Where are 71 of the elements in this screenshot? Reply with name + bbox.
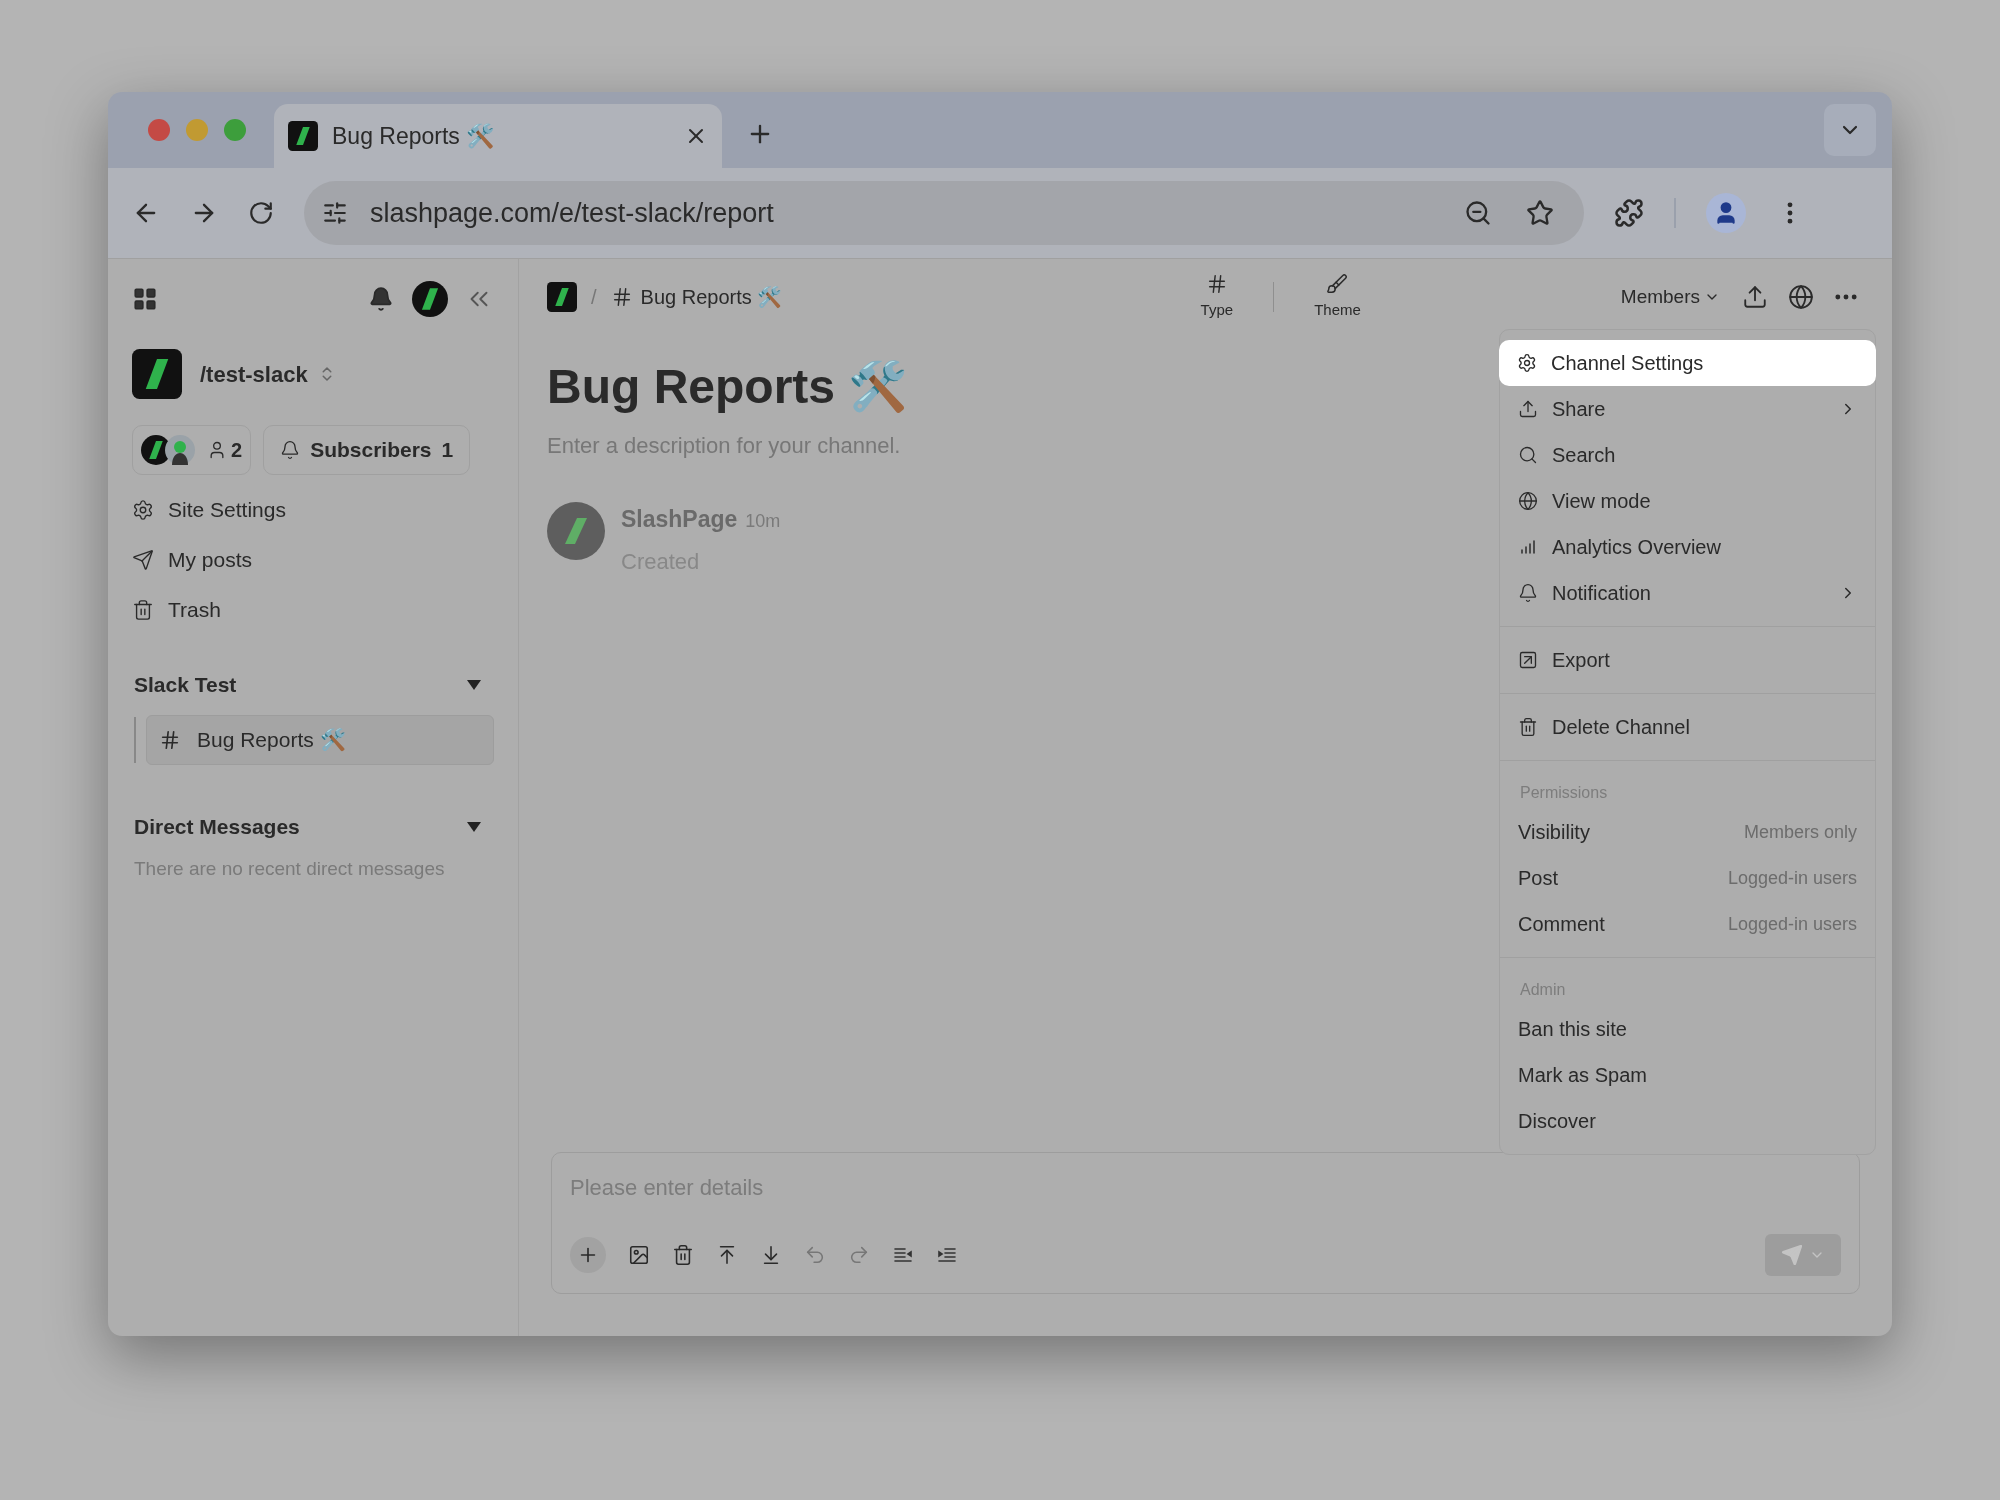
- share-icon: [1518, 399, 1538, 419]
- tab-title: Bug Reports 🛠: [332, 121, 497, 151]
- menu-item[interactable]: Analytics Overview: [1500, 524, 1875, 570]
- subscribers-button[interactable]: Subscribers 1: [263, 425, 471, 475]
- bar-chart-icon: [1518, 537, 1538, 557]
- toolbar-button[interactable]: Theme: [1306, 272, 1369, 322]
- sidebar-item[interactable]: Trash: [132, 585, 494, 635]
- site-name[interactable]: /test-slack: [200, 357, 308, 391]
- menu-item[interactable]: Ban this site: [1500, 1006, 1875, 1052]
- sidebar-item[interactable]: Site Settings: [132, 485, 494, 535]
- channel-item[interactable]: Bug Reports 🛠: [146, 715, 494, 765]
- site-logo-icon: [132, 349, 182, 399]
- menu-item[interactable]: Mark as Spam: [1500, 1052, 1875, 1098]
- trash-icon: [1518, 717, 1538, 737]
- site-settings-icon[interactable]: [322, 200, 348, 226]
- add-button[interactable]: [570, 1237, 606, 1273]
- members-button[interactable]: 2: [132, 425, 252, 475]
- zoom-icon[interactable]: [1464, 199, 1492, 227]
- menu-item[interactable]: Search: [1500, 432, 1875, 478]
- subscribers-label: Subscribers: [310, 437, 432, 464]
- star-icon[interactable]: [1526, 199, 1554, 227]
- sidebar-item[interactable]: My posts: [132, 535, 494, 585]
- channel-title: Bug Reports 🛠: [547, 359, 909, 415]
- globe-icon: [1518, 491, 1538, 511]
- bell-icon[interactable]: [368, 286, 394, 312]
- toolbar-button[interactable]: Type: [1192, 272, 1242, 322]
- share-icon[interactable]: [1742, 284, 1768, 310]
- members-count: 2: [231, 438, 243, 463]
- gear-icon: [132, 499, 154, 521]
- url-text: slashpage.com/e/test-slack/report: [370, 196, 775, 230]
- menu-item[interactable]: Post Logged-in users: [1500, 855, 1875, 901]
- menu-item[interactable]: Channel Settings: [1499, 340, 1876, 386]
- site-logo-icon: [288, 121, 318, 151]
- author-avatar-icon: [547, 502, 605, 560]
- members-dropdown[interactable]: Members: [1620, 282, 1720, 312]
- extensions-icon[interactable]: [1614, 198, 1644, 228]
- bell-icon: [1518, 583, 1538, 603]
- breadcrumb-channel[interactable]: Bug Reports 🛠: [640, 282, 783, 312]
- site-avatar-icon: [412, 281, 448, 317]
- browser-tab[interactable]: Bug Reports 🛠: [274, 104, 722, 168]
- search-icon: [1518, 445, 1538, 465]
- export-icon: [1518, 650, 1538, 670]
- subscribers-count: 1: [441, 437, 454, 464]
- globe-icon[interactable]: [1788, 284, 1814, 310]
- send-icon: [132, 549, 154, 571]
- menu-item[interactable]: Visibility Members only: [1500, 809, 1875, 855]
- address-bar[interactable]: slashpage.com/e/test-slack/report: [304, 181, 1584, 245]
- breadcrumb-separator: /: [591, 285, 597, 310]
- menu-item[interactable]: Discover: [1500, 1098, 1875, 1144]
- profile-avatar-icon[interactable]: [1706, 193, 1746, 233]
- bell-icon: [280, 440, 301, 460]
- member-avatar-icon: [165, 435, 195, 465]
- site-logo-icon: [547, 282, 577, 312]
- reload-icon[interactable]: [248, 200, 274, 226]
- send-icon: [1781, 1244, 1803, 1266]
- menu-item[interactable]: Export: [1500, 637, 1875, 683]
- menu-item[interactable]: View mode: [1500, 478, 1875, 524]
- trash-icon[interactable]: [672, 1244, 694, 1266]
- menu-item[interactable]: Comment Logged-in users: [1500, 901, 1875, 947]
- image-icon[interactable]: [628, 1244, 650, 1266]
- trash-icon: [132, 599, 154, 621]
- menu-item[interactable]: Delete Channel: [1500, 704, 1875, 750]
- gear-icon: [1517, 353, 1537, 373]
- menu-item[interactable]: Notification: [1500, 570, 1875, 616]
- section-title[interactable]: Direct Messages: [134, 811, 466, 843]
- hash-icon: [159, 729, 181, 751]
- brush-icon: [1326, 272, 1349, 295]
- author-name: SlashPage: [621, 505, 738, 534]
- section-title[interactable]: Slack Test: [134, 669, 466, 701]
- menu-item[interactable]: Share: [1500, 386, 1875, 432]
- apps-grid-icon[interactable]: [132, 286, 158, 312]
